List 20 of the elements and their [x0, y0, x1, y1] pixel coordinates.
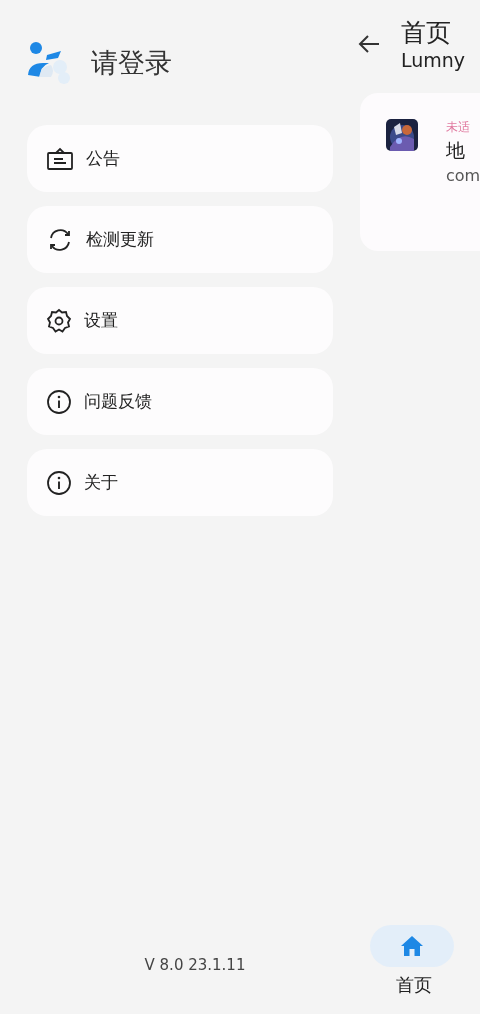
status-tag: 未适	[446, 119, 480, 136]
drawer-item[interactable]: 检测更新	[27, 206, 333, 273]
page-title: 首页	[401, 18, 452, 48]
drawer-item[interactable]: 设置	[27, 287, 333, 354]
settings-icon	[46, 307, 72, 334]
version-text: V 8.0 23.1.11	[143, 956, 247, 974]
nav-label: 首页	[396, 973, 432, 997]
app-card[interactable]: 未适 地 com	[360, 93, 480, 251]
app-name: 地	[446, 138, 466, 163]
page-subtitle: Lumny	[401, 48, 466, 72]
info-icon	[46, 469, 72, 496]
drawer-item[interactable]: 关于	[27, 449, 333, 516]
home-icon	[400, 935, 424, 957]
drawer-item[interactable]: 问题反馈	[27, 368, 333, 435]
nav-home-tab[interactable]	[370, 925, 454, 967]
login-prompt[interactable]: 请登录	[91, 45, 172, 81]
info-icon	[46, 388, 72, 415]
package-name: com	[446, 166, 480, 185]
notice-board-icon	[46, 146, 74, 171]
drawer-item[interactable]: 公告	[27, 125, 333, 192]
